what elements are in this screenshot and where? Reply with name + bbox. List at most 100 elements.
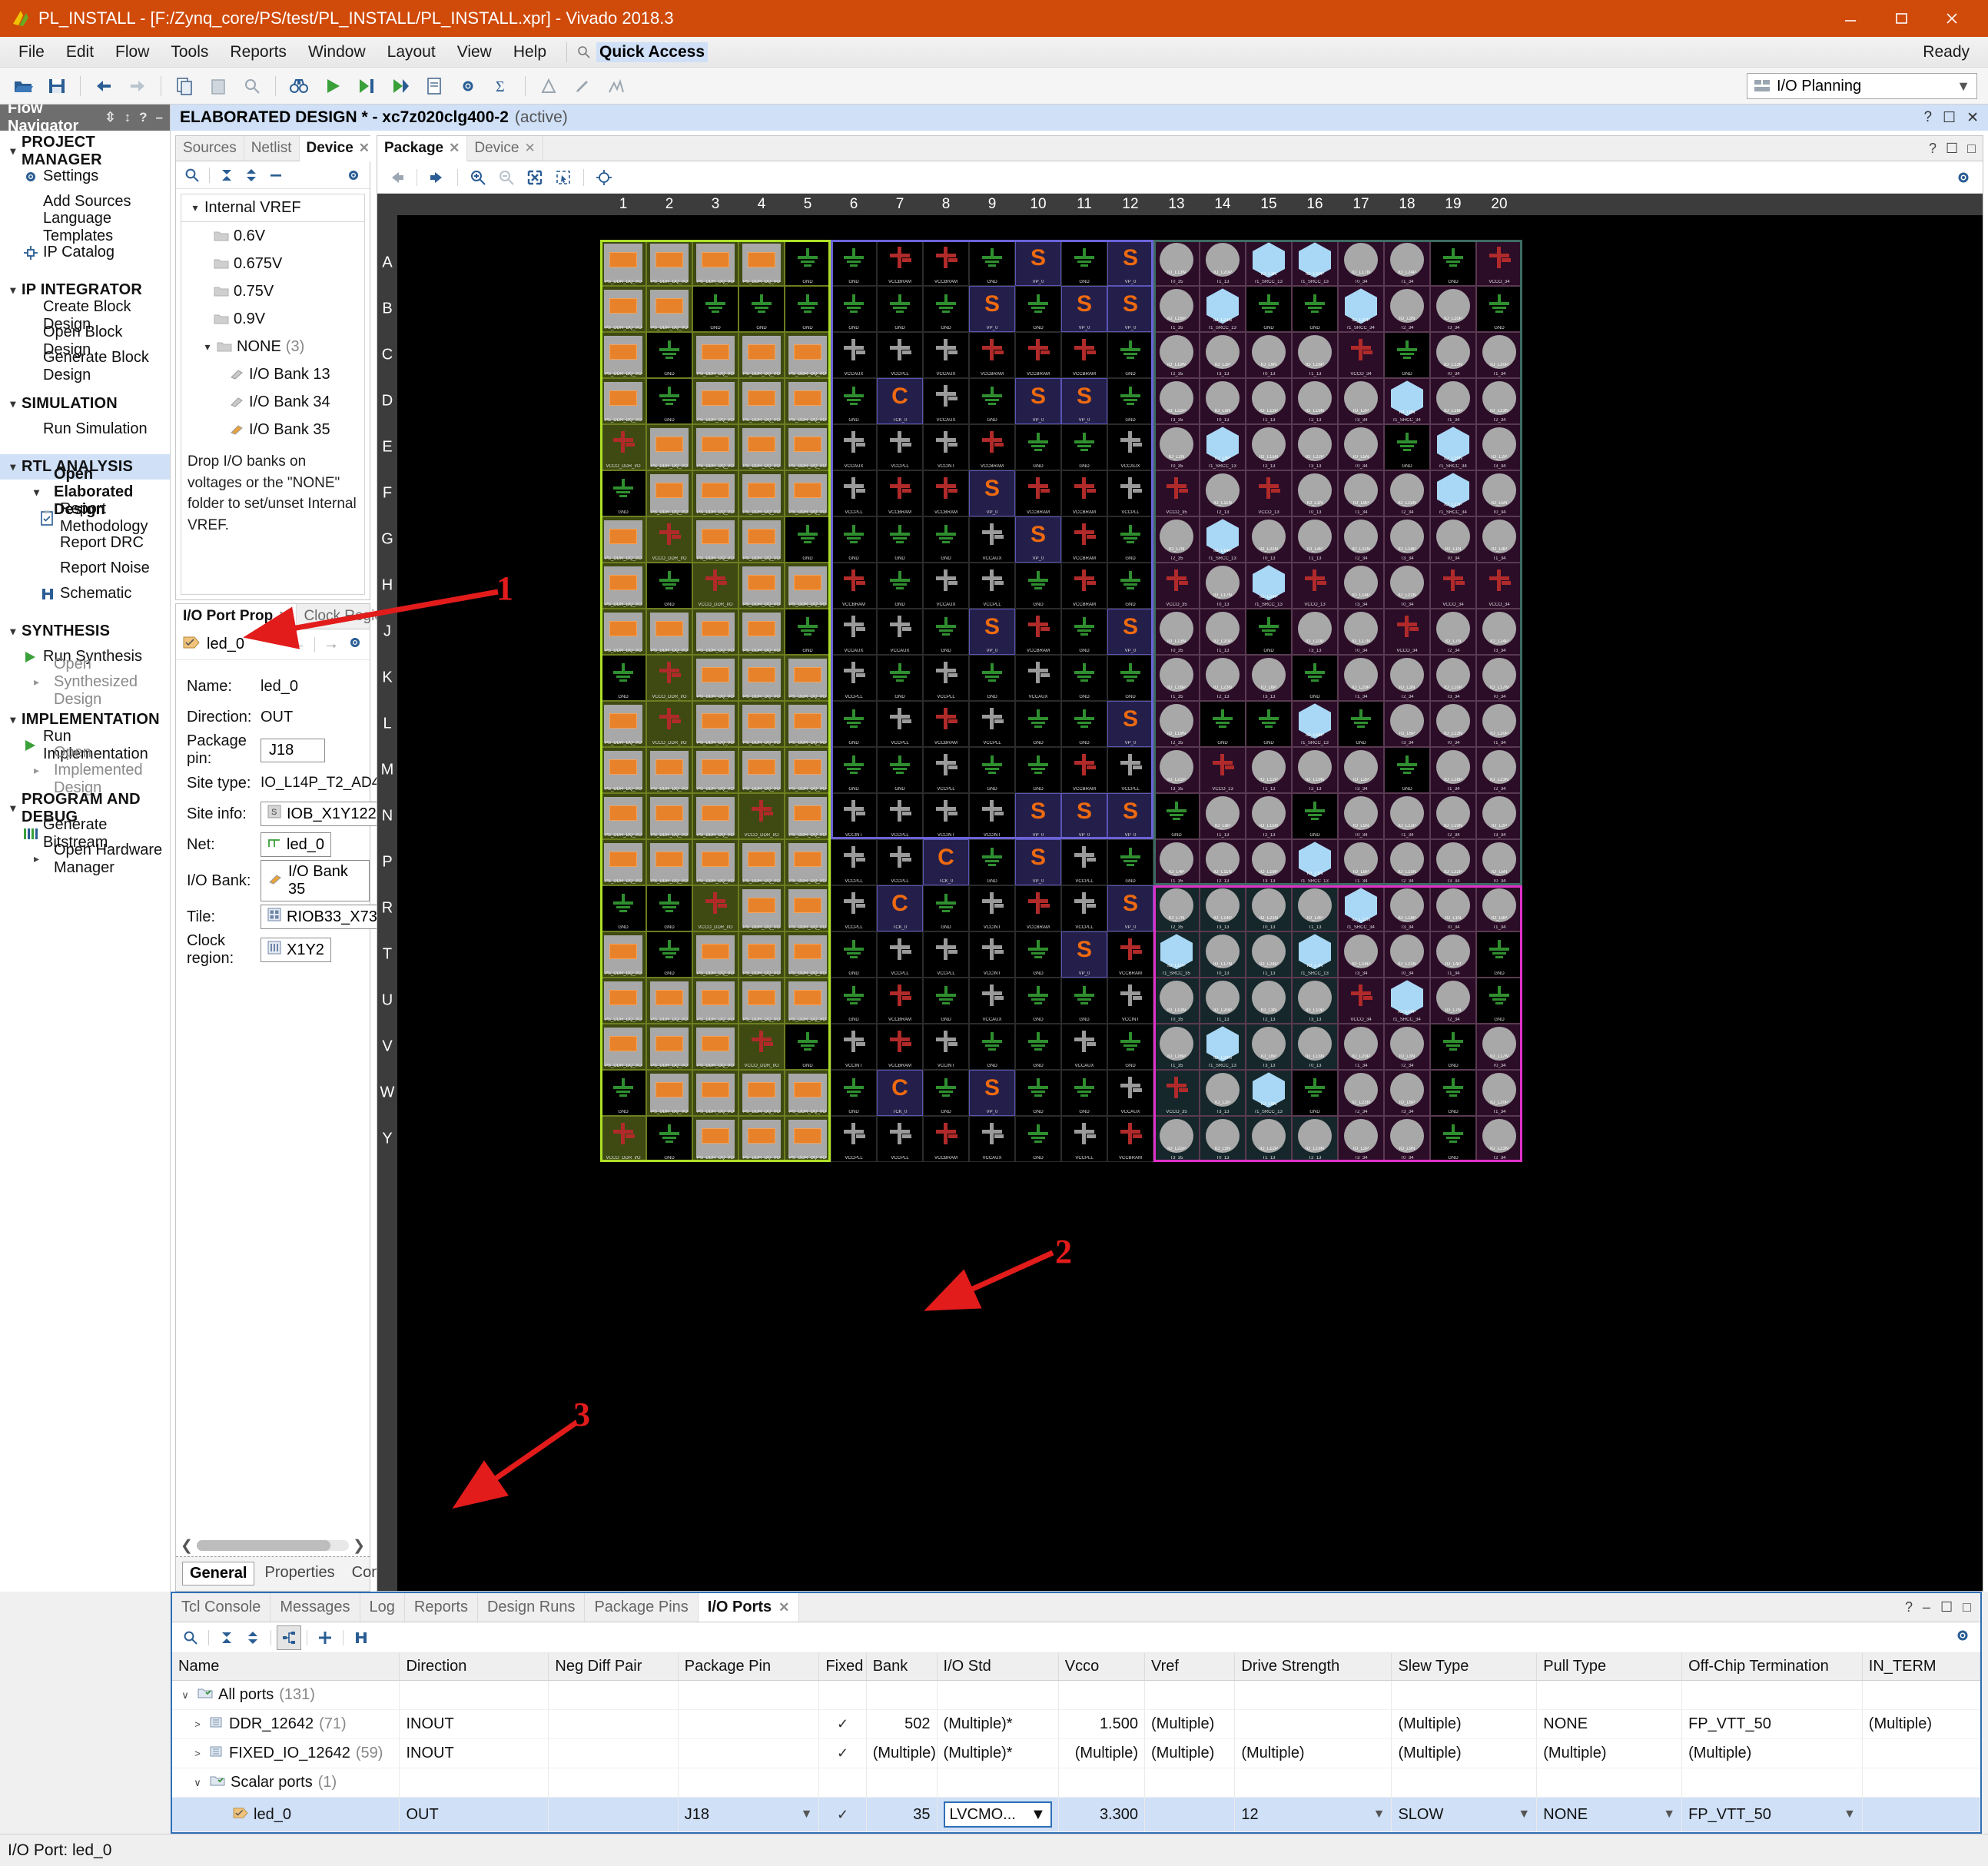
package-pin-cell[interactable]: PS_DDR_DQ_I/O xyxy=(692,1116,738,1162)
package-pin-cell[interactable]: VCCPLL xyxy=(831,839,877,885)
package-pin-cell[interactable]: GND xyxy=(1107,332,1153,378)
package-pin-cell[interactable]: IO_L7N T2_34 xyxy=(1430,978,1476,1024)
cell-io-std[interactable]: LVCMO... ▼ xyxy=(937,1797,1059,1832)
package-pin-cell[interactable]: GND xyxy=(1107,1024,1153,1070)
package-pin-cell[interactable]: PS_DDR_DQ_I/O xyxy=(646,1070,692,1116)
fixed-checkmark[interactable]: ✓ xyxy=(825,1807,859,1823)
package-pin-cell[interactable]: IO_L24P T1_34 xyxy=(1384,240,1430,286)
tree-item-voltage[interactable]: 0.675V xyxy=(181,250,364,277)
package-pin-cell[interactable]: PS_DDR_DQ_I/O xyxy=(600,516,646,563)
sidebar-item-schematic[interactable]: Schematic xyxy=(0,581,170,606)
tab-package[interactable]: Package ✕ xyxy=(377,136,468,161)
package-pin-cell[interactable]: IO_L16P T1_35 xyxy=(1153,655,1200,701)
package-pin-cell[interactable]: VCCINT xyxy=(831,1024,877,1070)
zoom-in-icon[interactable] xyxy=(465,164,491,191)
package-pin-cell[interactable]: PS_DDR_DQ_I/O xyxy=(692,378,738,424)
package-pin-cell[interactable]: GND xyxy=(923,609,969,655)
package-pin-cell[interactable]: GND xyxy=(1015,747,1061,793)
package-pin-cell[interactable]: VCCO_DDR_I/O xyxy=(646,655,692,701)
package-pin-cell[interactable]: GND xyxy=(1292,793,1338,839)
package-pin-cell[interactable]: PS_DDR_DQ_I/O xyxy=(646,470,692,516)
package-pin-cell[interactable]: GND xyxy=(877,516,923,563)
package-pin-cell[interactable]: GND xyxy=(738,286,785,332)
table-row[interactable]: > DDR_12642 (71) INOUT ✓ 502 (Multiple)* 1.500(… xyxy=(172,1709,1981,1739)
column-package-pin[interactable]: Package Pin xyxy=(678,1653,820,1681)
package-pin-cell[interactable]: VCCAUX xyxy=(877,609,923,655)
package-pin-cell[interactable]: IO_L20P T1_34 xyxy=(1338,1024,1384,1070)
cell-name[interactable]: > DDR_12642 (71) xyxy=(172,1709,400,1739)
package-pin-cell[interactable]: VCCPLL xyxy=(877,701,923,747)
package-pin-cell[interactable]: GND xyxy=(1107,655,1153,701)
package-pin-cell[interactable]: IO_L1N T0_13 xyxy=(1292,470,1338,516)
float-panel-icon[interactable]: □ xyxy=(1963,1599,1971,1615)
package-pin-cell[interactable]: PS_DDR_DQ_I/O xyxy=(692,240,738,286)
chevron-down-icon[interactable]: ∨ xyxy=(178,1689,192,1702)
package-pin-cell[interactable]: PS_DDR_DQ_I/O xyxy=(600,332,646,378)
package-pin-cell[interactable]: VCCPLL xyxy=(877,839,923,885)
package-pin-cell[interactable]: GND xyxy=(600,1070,646,1116)
package-pin-cell[interactable]: PS_DDR_DQ_I/O xyxy=(785,378,831,424)
package-pin-cell[interactable]: PS_DDR_DQ_I/O xyxy=(600,378,646,424)
package-pin-cell[interactable]: GND xyxy=(831,747,877,793)
package-pin-cell[interactable]: VCCINT xyxy=(969,931,1015,978)
package-pin-cell[interactable]: VCCINT xyxy=(969,885,1015,931)
package-pin-cell[interactable]: GND xyxy=(1384,332,1430,378)
package-pin-cell[interactable]: VCCO_34 xyxy=(1476,563,1522,609)
net-link[interactable]: led_0 xyxy=(261,832,331,857)
table-row[interactable]: > FIXED_IO_12642 (59) INOUT ✓ (Multiple) (Mult… xyxy=(172,1738,1981,1768)
tab-design-runs[interactable]: Design Runs xyxy=(478,1593,586,1622)
tab-netlist[interactable]: Netlist xyxy=(244,136,300,161)
package-pin-cell[interactable]: IO_L20P T1_13 xyxy=(1200,978,1246,1024)
package-pin-cell[interactable]: PS_DDR_DQ_I/O xyxy=(738,839,785,885)
minus-icon[interactable] xyxy=(264,164,287,187)
package-pin-cell[interactable]: IO_L3N T2_13 xyxy=(1246,978,1292,1024)
package-pin-cell[interactable]: IO_L22P T3_13 xyxy=(1292,424,1338,470)
chevron-right-icon[interactable]: > xyxy=(191,1748,204,1759)
package-pin-cell[interactable]: IO_L10P T3_13 xyxy=(1292,609,1338,655)
package-pin-cell[interactable]: GND xyxy=(1384,747,1430,793)
chevron-down-icon[interactable]: ▼ xyxy=(1844,1808,1856,1821)
settings-gear-icon[interactable] xyxy=(454,72,482,100)
package-pin-cell[interactable]: IO_L21N T0_13 xyxy=(1246,885,1292,931)
package-pin-cell[interactable]: IO_L8P T1_34 xyxy=(1476,885,1522,931)
subtab-properties[interactable]: Properties xyxy=(257,1562,341,1585)
package-pin-cell[interactable]: VCCBRAM xyxy=(877,978,923,1024)
tab-reports[interactable]: Reports xyxy=(405,1593,478,1622)
package-pin-cell[interactable]: PS_DDR_DQ_I/O xyxy=(600,747,646,793)
package-pin-cell[interactable]: VCCO_34 xyxy=(1476,240,1522,286)
package-pin-cell[interactable]: IO_L22P r1_SRCC_34 xyxy=(1430,470,1476,516)
column-pull-type[interactable]: Pull Type xyxy=(1536,1653,1683,1681)
package-pin-cell[interactable]: IO_L2P T3_13 xyxy=(1200,332,1246,378)
table-row[interactable]: ∨ All ports (131) xyxy=(172,1680,1981,1710)
tree-root-internal-vref[interactable]: ▾ Internal VREF xyxy=(181,194,364,222)
back-icon[interactable]: ← xyxy=(290,636,306,653)
package-pin-cell[interactable]: IO_L3N T2_34 xyxy=(1384,655,1430,701)
package-pin-cell[interactable]: GND xyxy=(1476,978,1522,1024)
package-pin-cell[interactable]: PS_DDR_DQ_I/O xyxy=(646,240,692,286)
column-io-std[interactable]: I/O Std xyxy=(937,1653,1059,1681)
package-pin-cell[interactable]: VCCBRAM xyxy=(923,240,969,286)
save-icon[interactable] xyxy=(43,72,71,100)
package-pin-cell[interactable]: VCCINT xyxy=(1107,978,1153,1024)
package-pin-cell[interactable]: IO_L4P T1_35 xyxy=(1153,839,1200,885)
tree-item-bank[interactable]: I/O Bank 34 xyxy=(181,388,364,416)
package-pin-cell[interactable]: PS_DDR_DQ_I/O xyxy=(646,793,692,839)
package-pin-cell[interactable]: VCCPLL xyxy=(923,931,969,978)
table-row[interactable]: led_0 OUT J18 ▼ ✓ 35 LVCMO... ▼ 3.300 12 ▼ SLOW ▼ NON… xyxy=(172,1797,1981,1832)
package-pin-cell[interactable]: PS_DDR_DQ_I/O xyxy=(785,793,831,839)
tab-messages[interactable]: Messages xyxy=(270,1593,360,1622)
package-pin-cell[interactable]: IO_L22P T3_35 xyxy=(1153,1116,1200,1162)
package-pin-cell[interactable]: S VP_0 xyxy=(969,1070,1015,1116)
package-pin-cell[interactable]: IO_L2P T3_34 xyxy=(1338,1116,1384,1162)
run-synth-icon[interactable] xyxy=(353,72,380,100)
close-panel-icon[interactable]: ✕ xyxy=(1966,109,1979,127)
package-pin-cell[interactable]: IO_L6P T3_34 xyxy=(1384,701,1430,747)
package-pin-cell[interactable]: S VP_0 xyxy=(969,609,1015,655)
package-pin-cell[interactable]: PS_DDR_DQ_I/O xyxy=(646,1024,692,1070)
package-pin-cell[interactable]: GND xyxy=(1015,1116,1061,1162)
package-pin-cell[interactable]: IO_L19N r1_SRCC_34 xyxy=(1430,424,1476,470)
gear-icon[interactable] xyxy=(1954,1627,1971,1649)
column-fixed[interactable]: Fixed xyxy=(818,1653,867,1681)
package-pin-cell[interactable]: VCCINT xyxy=(831,793,877,839)
package-pin-cell[interactable]: PS_DDR_DQ_I/O xyxy=(692,655,738,701)
